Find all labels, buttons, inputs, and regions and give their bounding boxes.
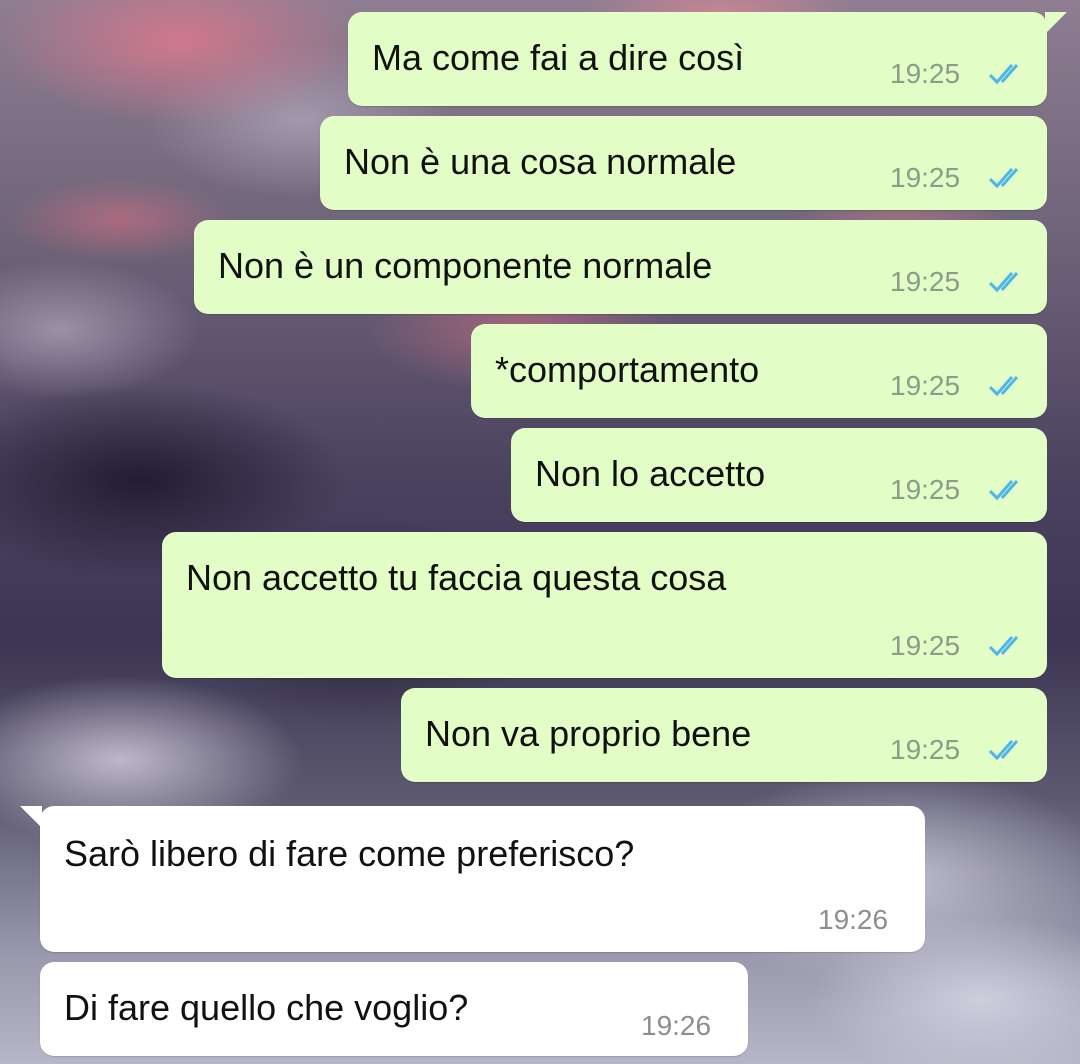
outgoing-message[interactable]: Non va proprio bene 19:25 [401,688,1047,782]
message-time: 19:26 [818,904,889,935]
message-time: 19:25 [890,266,961,297]
message-text: Non lo accetto [535,453,766,494]
message-time: 19:25 [890,734,961,765]
double-check-read-icon [988,376,1019,397]
message-text: Non è un componente normale [218,245,713,286]
message-time: 19:25 [890,58,961,89]
message-text: Di fare quello che voglio? [64,987,469,1028]
message-time: 19:25 [890,162,961,193]
outgoing-message[interactable]: Ma come fai a dire così 19:25 [348,12,1067,106]
double-check-read-icon [988,740,1019,761]
message-text: Non è una cosa normale [344,141,737,182]
message-text: Sarò libero di fare come preferisco? [64,833,635,874]
bubble-tail [20,806,42,828]
message-time: 19:26 [641,1010,712,1041]
bubble-tail [1045,12,1067,34]
message-text: Ma come fai a dire così [372,37,745,78]
double-check-read-icon [988,64,1019,85]
outgoing-message[interactable]: Non accetto tu faccia questa cosa 19:25 [162,532,1047,678]
double-check-read-icon [988,636,1019,657]
outgoing-message[interactable]: Non lo accetto 19:25 [511,428,1047,522]
outgoing-message[interactable]: *comportamento 19:25 [471,324,1047,418]
message-time: 19:25 [890,630,961,661]
double-check-read-icon [988,168,1019,189]
double-check-read-icon [988,272,1019,293]
message-time: 19:25 [890,474,961,505]
incoming-message[interactable]: Sarò libero di fare come preferisco? 19:… [20,806,925,952]
outgoing-message[interactable]: Non è una cosa normale 19:25 [320,116,1047,210]
message-text: Non va proprio bene [425,713,752,754]
message-time: 19:25 [890,370,961,401]
outgoing-message[interactable]: Non è un componente normale 19:25 [194,220,1047,314]
message-text: *comportamento [495,349,760,390]
message-text: Non accetto tu faccia questa cosa [186,557,727,598]
incoming-message[interactable]: Di fare quello che voglio? 19:26 [40,962,748,1056]
message-list[interactable]: Ma come fai a dire così 19:25 Non è una … [0,0,1080,1064]
double-check-read-icon [988,480,1019,501]
